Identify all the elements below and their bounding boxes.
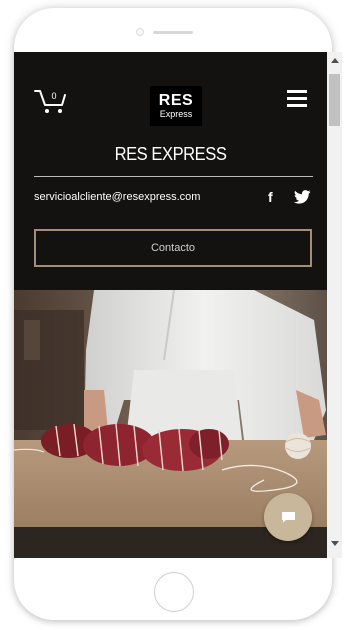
scroll-down-arrow-icon[interactable] — [331, 541, 339, 546]
email-link[interactable]: servicioalcliente@resexpress.com — [34, 191, 200, 203]
site-header: 0 RES Express RES EXPRESS servicioalclie… — [14, 52, 327, 290]
chat-button[interactable] — [264, 493, 312, 541]
contact-button[interactable]: Contacto — [34, 229, 312, 267]
chat-icon — [282, 512, 295, 523]
twitter-icon[interactable] — [293, 190, 311, 204]
phone-mockup: 0 RES Express RES EXPRESS servicioalclie… — [0, 0, 344, 630]
header-divider — [34, 176, 313, 177]
scrollbar-thumb[interactable] — [329, 74, 340, 126]
phone-speaker — [153, 31, 193, 34]
menu-button[interactable] — [287, 90, 307, 108]
phone-camera — [136, 28, 144, 36]
cart-icon: 0 — [34, 90, 66, 113]
facebook-icon[interactable]: f — [268, 189, 273, 205]
butcher-tying-meat-image — [14, 290, 327, 527]
phone-screen: 0 RES Express RES EXPRESS servicioalclie… — [14, 52, 342, 558]
logo-line2: Express — [159, 109, 193, 119]
phone-home-button — [154, 572, 194, 612]
site-title: RES EXPRESS — [114, 144, 227, 164]
scrollbar[interactable] — [327, 52, 342, 558]
cart-count: 0 — [51, 91, 56, 101]
hero-image — [14, 290, 327, 527]
scroll-up-arrow-icon[interactable] — [331, 58, 339, 63]
logo[interactable]: RES Express — [150, 86, 202, 126]
logo-line1: RES — [158, 92, 194, 109]
cart-button[interactable]: 0 — [34, 86, 68, 116]
